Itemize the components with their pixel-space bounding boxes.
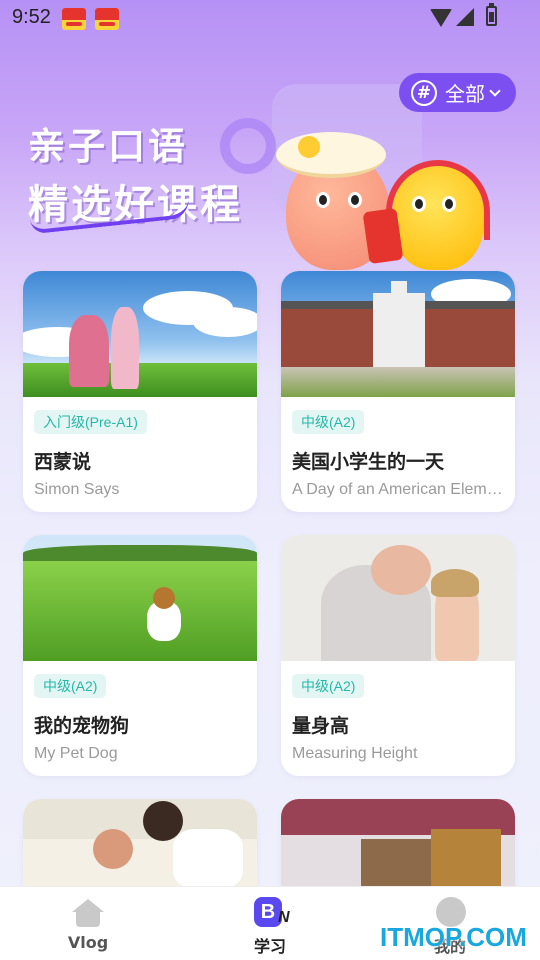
course-title-en: A Day of an American Elementary Student <box>292 481 504 498</box>
course-title-cn: 量身高 <box>292 715 350 737</box>
level-badge: 入门级(Pre-A1) <box>34 410 147 434</box>
watermark-text: ITMOP.COM <box>380 922 527 952</box>
course-photo <box>281 535 515 661</box>
course-title-cn: 美国小学生的一天 <box>292 451 445 473</box>
level-badge: 中级(A2) <box>292 674 365 698</box>
course-card[interactable]: 中级(A2) 美国小学生的一天 A Day of an American Ele… <box>281 271 515 512</box>
filter-dropdown-button[interactable]: # 全部 <box>399 73 516 112</box>
filter-label: 全部 <box>445 82 485 106</box>
level-badge: 中级(A2) <box>34 674 107 698</box>
level-badge: 中级(A2) <box>292 410 365 434</box>
course-card[interactable]: 中级(A2) 我的宠物狗 My Pet Dog <box>23 535 257 776</box>
chevron-down-icon <box>489 84 501 97</box>
signal-icon <box>456 8 474 26</box>
sun-hat-illustration <box>276 132 386 178</box>
course-photo <box>281 271 515 397</box>
battery-charging-icon <box>486 3 497 26</box>
wifi-icon <box>430 9 452 27</box>
nav-tab-vlog[interactable]: Vlog <box>28 887 148 960</box>
news-app-icon <box>95 8 119 30</box>
course-title-en: My Pet Dog <box>34 745 118 762</box>
flower-icon <box>298 136 320 158</box>
ring-decoration <box>220 118 276 174</box>
course-title-en: Simon Says <box>34 481 120 498</box>
course-title-en: Measuring Height <box>292 745 418 762</box>
nav-tab-study[interactable]: B N 学习 <box>210 887 330 960</box>
nav-label: Vlog <box>67 933 109 952</box>
course-card[interactable]: 中级(A2) 量身高 Measuring Height <box>281 535 515 776</box>
course-photo <box>23 535 257 661</box>
phone-illustration <box>362 207 404 265</box>
course-card[interactable]: 入门级(Pre-A1) 西蒙说 Simon Says <box>23 271 257 512</box>
course-title-cn: 我的宠物狗 <box>34 715 130 737</box>
hashtag-icon: # <box>411 79 437 106</box>
nav-label: 学习 <box>253 937 286 956</box>
course-photo <box>23 271 257 397</box>
status-bar: 9:52 <box>0 0 540 36</box>
news-app-icon <box>62 8 86 30</box>
course-title-cn: 西蒙说 <box>34 451 92 473</box>
status-time: 9:52 <box>12 6 51 28</box>
banner-title-line1: 亲子口语 <box>28 125 188 168</box>
house-icon <box>72 899 104 927</box>
